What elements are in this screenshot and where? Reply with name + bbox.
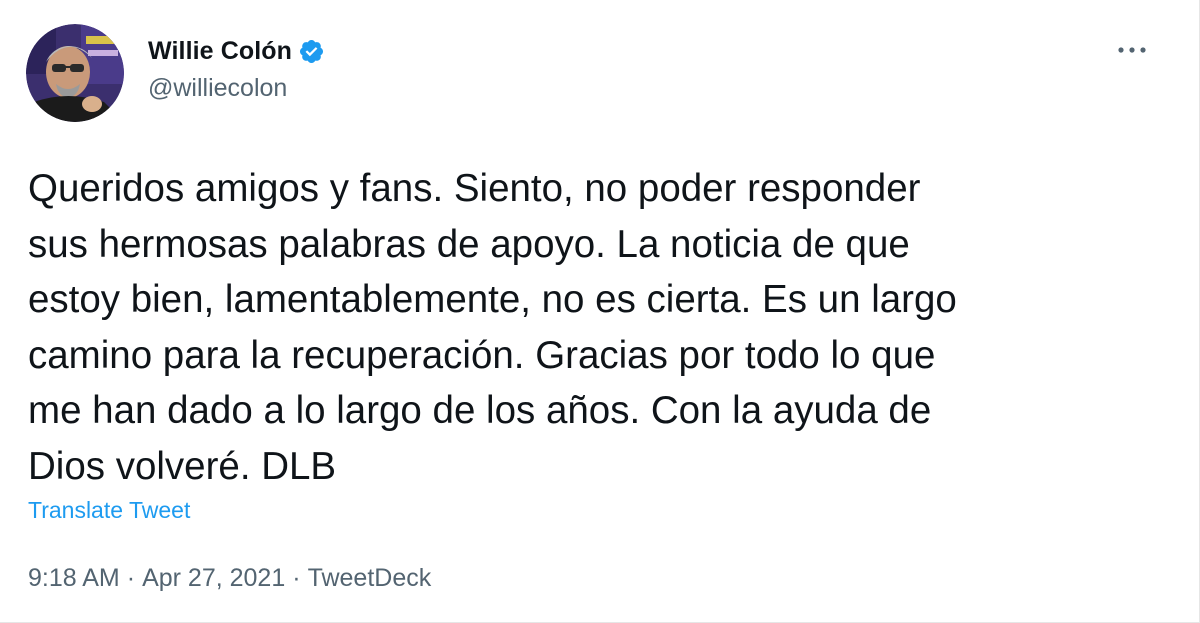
tweet-time[interactable]: 9:18 AM (28, 564, 120, 593)
tweet-date[interactable]: Apr 27, 2021 (142, 564, 285, 593)
author-name-row[interactable]: Willie Colón (148, 33, 325, 69)
verified-badge-icon (298, 38, 325, 65)
separator: · (126, 564, 136, 592)
author-display-name[interactable]: Willie Colón (148, 37, 292, 66)
tweet-metadata: 9:18 AM · Apr 27, 2021 · TweetDeck (28, 564, 431, 593)
tweet-card: Willie Colón @williecolon Queridos amigo… (0, 0, 1200, 623)
more-options-button[interactable] (1112, 38, 1152, 62)
avatar[interactable] (26, 24, 124, 122)
author-handle[interactable]: @williecolon (148, 74, 287, 103)
separator: · (292, 564, 301, 592)
tweet-source[interactable]: TweetDeck (308, 564, 432, 593)
profile-photo-icon (26, 24, 124, 122)
tweet-text: Queridos amigos y fans. Siento, no poder… (28, 167, 957, 488)
translate-tweet-link[interactable]: Translate Tweet (28, 497, 190, 524)
more-options-icon (1118, 47, 1146, 53)
